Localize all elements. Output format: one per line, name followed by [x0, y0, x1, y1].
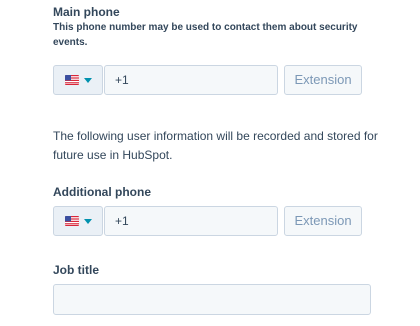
us-flag-icon [64, 75, 79, 85]
additional-phone-label: Additional phone [53, 185, 151, 199]
info-paragraph: The following user information will be r… [53, 129, 378, 162]
main-phone-extension-input[interactable]: Extension [284, 65, 362, 95]
user-form: Main phone This phone number may be used… [0, 0, 420, 326]
chevron-down-icon [83, 218, 92, 224]
additional-phone-extension-input[interactable]: Extension [284, 206, 362, 236]
main-phone-input[interactable]: +1 [104, 65, 278, 95]
main-phone-country-select[interactable] [53, 65, 103, 95]
job-title-input[interactable] [53, 284, 371, 315]
us-flag-icon [64, 216, 79, 226]
main-phone-label: Main phone [53, 5, 120, 19]
additional-phone-input[interactable]: +1 [104, 206, 278, 236]
chevron-down-icon [83, 77, 92, 83]
additional-phone-country-select[interactable] [53, 206, 103, 236]
main-phone-help-text: This phone number may be used to contact… [53, 22, 358, 48]
job-title-label: Job title [53, 263, 100, 277]
